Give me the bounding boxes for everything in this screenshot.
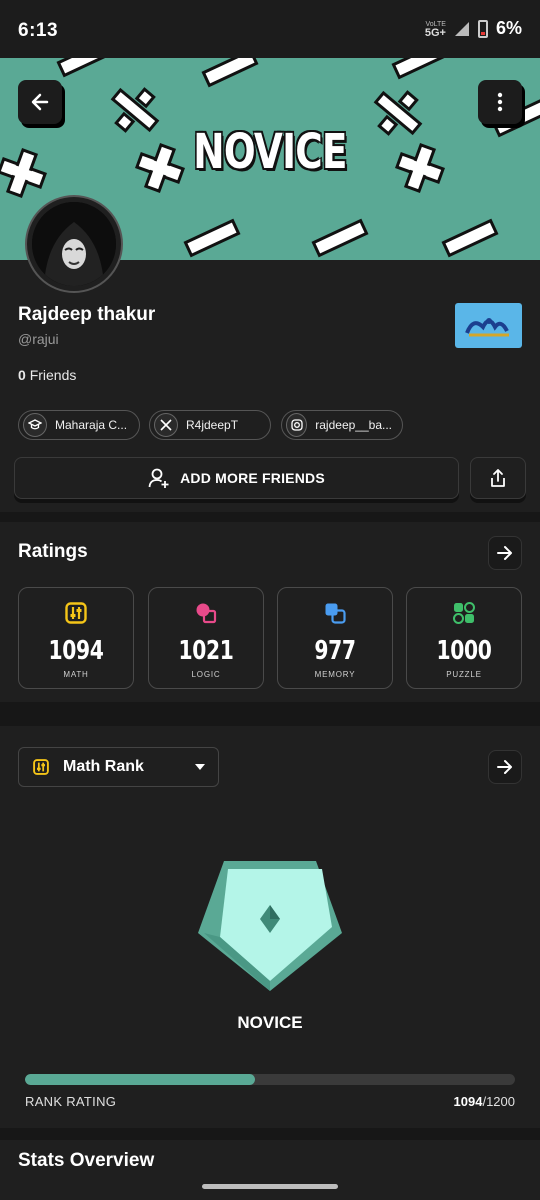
status-indicators: VoLTE 5G+ 6%: [425, 18, 522, 39]
chip-x[interactable]: R4jdeepT: [149, 410, 271, 440]
signal-icon: [454, 21, 469, 36]
home-indicator[interactable]: [202, 1184, 338, 1189]
sliders-icon: [65, 602, 87, 624]
rank-category-label: Math Rank: [63, 758, 144, 775]
profile-handle: @rajui: [18, 331, 59, 347]
chip-instagram[interactable]: rajdeep__ba...: [281, 410, 403, 440]
rating-label-memory: MEMORY: [314, 670, 356, 679]
profile-name: Rajdeep thakur: [18, 304, 156, 325]
ratings-arrow-button[interactable]: [488, 536, 522, 570]
battery-level: 6%: [495, 18, 522, 38]
rank-rating-label: RANK RATING: [25, 1094, 117, 1109]
rating-card-math[interactable]: 1094 MATH: [18, 587, 134, 689]
rank-rating-score: 1094/1200: [453, 1094, 515, 1109]
mumbai-indians-logo: [464, 317, 509, 336]
more-vertical-icon: [497, 92, 503, 112]
rank-emblem: [198, 861, 342, 991]
grid-icon: [453, 602, 475, 624]
rating-label-logic: LOGIC: [191, 670, 221, 679]
team-badge[interactable]: [455, 303, 522, 348]
add-more-friends-button[interactable]: ADD MORE FRIENDS: [14, 457, 459, 499]
battery-icon: [477, 19, 488, 38]
friends-count[interactable]: 0 Friends: [18, 367, 76, 383]
rating-value-logic: 1021: [178, 636, 234, 666]
share-icon: [491, 469, 505, 487]
network-indicator: VoLTE 5G+: [424, 20, 446, 39]
layers-icon: [325, 603, 346, 624]
shapes-icon: [196, 603, 217, 624]
stats-title: Stats Overview: [18, 1150, 155, 1171]
share-button[interactable]: [470, 457, 526, 499]
stats-section: Stats Overview: [0, 1140, 540, 1200]
rank-category-dropdown[interactable]: Math Rank: [18, 747, 219, 787]
ratings-title: Ratings: [18, 541, 88, 562]
add-more-friends-label: ADD MORE FRIENDS: [180, 470, 325, 486]
section-divider: [0, 702, 540, 726]
hooded-figure-icon: [32, 202, 116, 286]
instagram-icon: [286, 413, 308, 437]
x-logo-icon: [154, 413, 178, 437]
arrow-right-icon: [497, 760, 512, 774]
chip-instagram-label: rajdeep__ba...: [315, 418, 392, 432]
chip-x-label: R4jdeepT: [186, 418, 239, 432]
status-time: 6:13: [18, 20, 59, 41]
rating-card-logic[interactable]: 1021 LOGIC: [148, 587, 264, 689]
sliders-icon: [33, 759, 49, 775]
section-divider: [0, 1128, 540, 1140]
rating-label-puzzle: PUZZLE: [446, 670, 482, 679]
rating-value-math: 1094: [48, 636, 104, 666]
rank-name: NOVICE: [237, 1013, 303, 1032]
add-user-icon: [148, 468, 169, 488]
chip-education-label: Maharaja C...: [55, 418, 128, 432]
more-options-button[interactable]: [478, 80, 522, 124]
caret-down-icon: [195, 764, 205, 770]
rating-value-puzzle: 1000: [436, 636, 492, 666]
rating-value-memory: 977: [314, 636, 356, 666]
arrow-left-icon: [31, 93, 49, 111]
avatar[interactable]: [27, 197, 121, 291]
back-button[interactable]: [18, 80, 62, 124]
arrow-right-icon: [497, 546, 512, 560]
rank-arrow-button[interactable]: [488, 750, 522, 784]
graduation-cap-icon: [23, 413, 47, 437]
chip-education[interactable]: Maharaja C...: [18, 410, 140, 440]
banner-title: NOVICE: [193, 124, 347, 180]
status-bar: 6:13 VoLTE 5G+ 6%: [0, 0, 540, 58]
rating-label-math: MATH: [63, 670, 89, 679]
section-divider: [0, 512, 540, 522]
rank-progress-fill: [25, 1074, 256, 1085]
rating-card-memory[interactable]: 977 MEMORY: [277, 587, 393, 689]
rank-progress-bar: [25, 1074, 515, 1085]
rating-card-puzzle[interactable]: 1000 PUZZLE: [406, 587, 522, 689]
